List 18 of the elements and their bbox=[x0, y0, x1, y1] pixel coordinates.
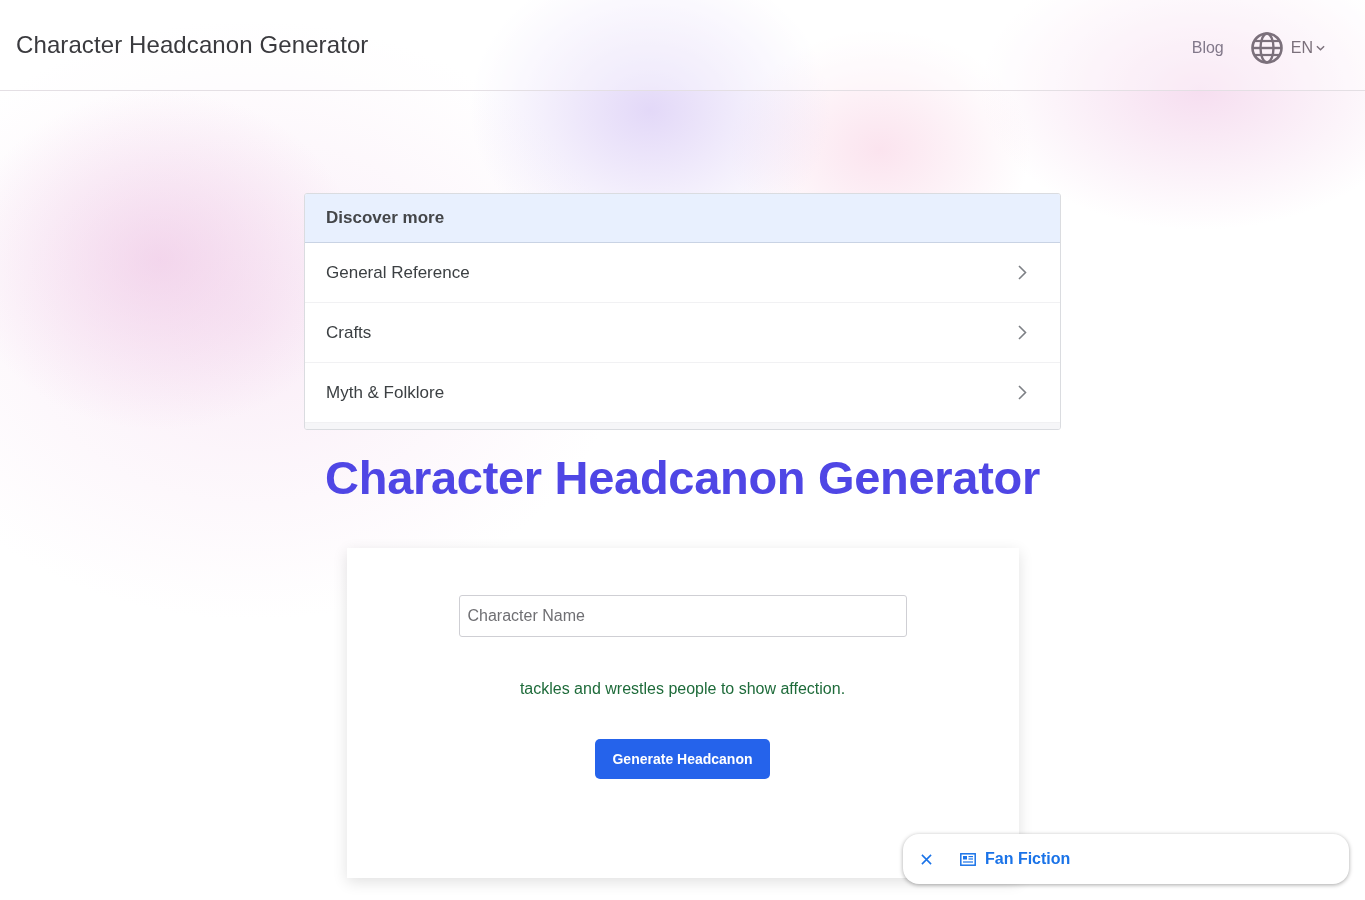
chevron-right-icon bbox=[1018, 325, 1027, 340]
language-selector[interactable]: EN bbox=[1290, 39, 1325, 57]
page-heading: Character Headcanon Generator bbox=[325, 450, 1040, 506]
newspaper-icon bbox=[960, 852, 976, 866]
discover-link[interactable]: General Reference bbox=[305, 243, 1060, 303]
discover-title: Discover more bbox=[326, 208, 445, 228]
caret-icon bbox=[1316, 45, 1325, 51]
close-icon[interactable] bbox=[921, 853, 932, 865]
site-title: Character Headcanon Generator bbox=[16, 31, 369, 59]
chevron-right-icon bbox=[1018, 265, 1027, 280]
discover-link[interactable]: Crafts bbox=[305, 303, 1060, 363]
fan-fiction-link[interactable]: Fan Fiction bbox=[960, 850, 1071, 868]
chevron-right-icon bbox=[1018, 385, 1027, 400]
headcanon-result: tackles and wrestles people to show affection. bbox=[519, 680, 846, 698]
generate-button[interactable]: Generate Headcanon bbox=[595, 739, 770, 779]
blog-link[interactable]: Blog bbox=[1191, 39, 1224, 57]
name-input-field[interactable]: Character Name bbox=[458, 595, 907, 637]
globe-icon[interactable] bbox=[1250, 32, 1283, 64]
